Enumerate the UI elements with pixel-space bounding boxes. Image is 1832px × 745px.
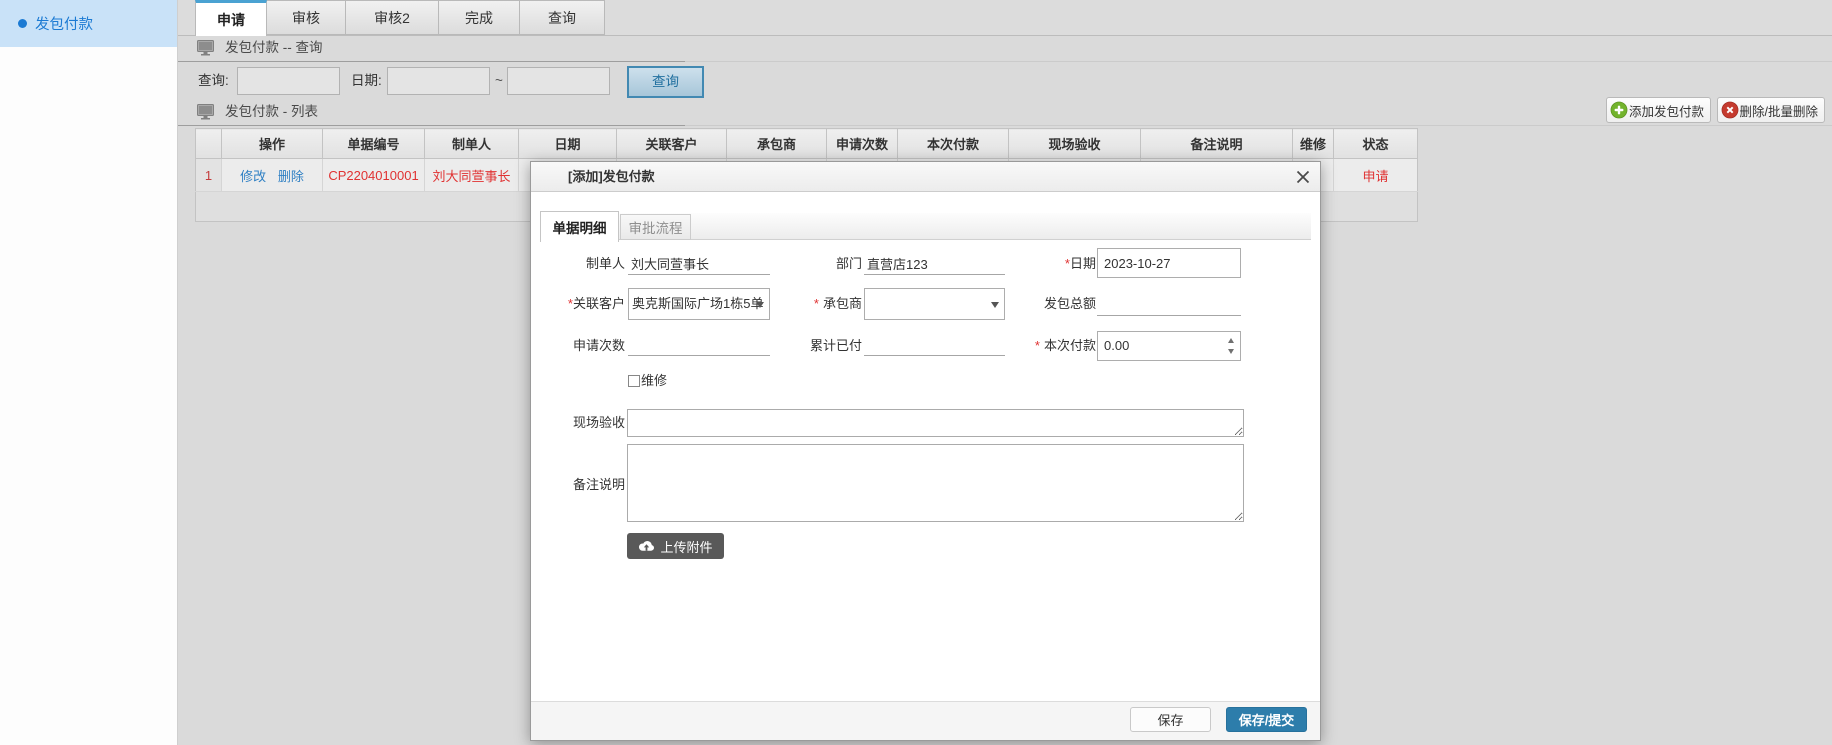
keyword-input[interactable] (237, 67, 340, 95)
save-submit-button[interactable]: 保存/提交 (1226, 707, 1307, 732)
query-submit-button[interactable]: 查询 (627, 66, 704, 98)
col-contractor: 承包商 (727, 129, 827, 159)
customer-select[interactable]: 奥克斯国际广场1栋5单 (628, 288, 770, 320)
row-status: 申请 (1334, 159, 1418, 192)
col-date: 日期 (519, 129, 617, 159)
save-button[interactable]: 保存 (1130, 707, 1211, 732)
payment-spinner[interactable]: 0.00 (1097, 331, 1241, 361)
row-actions: 修改 删除 (222, 159, 323, 192)
sidebar: 发包付款 (0, 0, 178, 745)
row-creator: 刘大同萱事长 (425, 159, 519, 192)
date-to-input[interactable] (507, 67, 610, 95)
col-repair: 维修 (1293, 129, 1334, 159)
acceptance-textarea[interactable] (627, 409, 1244, 437)
col-doc-no: 单据编号 (323, 129, 425, 159)
edit-link[interactable]: 修改 (240, 169, 266, 184)
close-icon[interactable] (1295, 169, 1311, 185)
monitor-icon (197, 104, 214, 123)
col-creator: 制单人 (425, 129, 519, 159)
remark-textarea[interactable] (627, 444, 1244, 522)
app-screen: 发包付款 申请 审核 审核2 完成 查询 发包付款 -- 查询 查询: (0, 0, 1832, 745)
dialog-tab-detail[interactable]: 单据明细 (540, 211, 619, 242)
col-actions: 操作 (222, 129, 323, 159)
tab-complete[interactable]: 完成 (439, 0, 520, 35)
query-section-title: 发包付款 -- 查询 (225, 36, 323, 60)
search-toolbar: 查询: 日期: ~ 查询 (178, 61, 1832, 100)
spin-down-icon[interactable] (1228, 349, 1234, 354)
dialog-tab-strip: 单据明细 审批流程 (540, 213, 1311, 240)
creator-input[interactable] (628, 253, 770, 275)
delete-batch-button[interactable]: 删除/批量删除 (1717, 97, 1825, 123)
contractor-select[interactable] (864, 288, 1005, 320)
col-remark: 备注说明 (1141, 129, 1293, 159)
tab-apply[interactable]: 申请 (195, 0, 267, 36)
row-index: 1 (196, 159, 222, 192)
dialog-footer: 保存 保存/提交 (531, 701, 1320, 740)
tab-review2[interactable]: 审核2 (346, 0, 439, 35)
delete-link[interactable]: 删除 (278, 169, 304, 184)
dialog-titlebar: [添加]发包付款 (531, 162, 1320, 192)
delete-circle-icon (1721, 101, 1739, 119)
date-from-input[interactable] (387, 67, 490, 95)
col-apply-times: 申请次数 (827, 129, 898, 159)
col-customer: 关联客户 (617, 129, 727, 159)
contractor-label: *承包商 (761, 294, 862, 314)
sidebar-item-label: 发包付款 (35, 13, 93, 34)
repair-checkbox[interactable] (628, 375, 640, 387)
bullet-dot-icon (18, 19, 27, 28)
query-section-header: 发包付款 -- 查询 (178, 36, 1832, 62)
department-input[interactable] (864, 253, 1005, 275)
paid-label: 累计已付 (761, 336, 862, 356)
add-circle-icon (1610, 101, 1628, 119)
col-index (196, 129, 222, 159)
total-input[interactable] (1097, 294, 1241, 316)
date-label: 日期: (351, 61, 382, 100)
department-label: 部门 (761, 254, 862, 274)
row-doc-no: CP2204010001 (323, 159, 425, 192)
upload-attachment-button[interactable]: 上传附件 (627, 533, 724, 559)
keyword-label: 查询: (198, 61, 229, 100)
tab-review[interactable]: 审核 (267, 0, 346, 35)
monitor-icon (197, 40, 214, 59)
dialog-tab-approval[interactable]: 审批流程 (620, 214, 691, 240)
creator-label: 制单人 (531, 254, 625, 274)
apply-times-label: 申请次数 (531, 336, 625, 356)
cloud-upload-icon (638, 540, 655, 553)
total-label: 发包总额 (991, 294, 1096, 314)
tab-query[interactable]: 查询 (520, 0, 605, 35)
paid-input[interactable] (864, 334, 1005, 356)
acceptance-label: 现场验收 (531, 413, 625, 433)
remark-label: 备注说明 (531, 475, 625, 495)
add-payment-dialog: [添加]发包付款 单据明细 审批流程 制单人 部门 *日期 *关联客户 奥克斯国… (530, 161, 1321, 741)
table-header-row: 操作 单据编号 制单人 日期 关联客户 承包商 申请次数 本次付款 现场验收 备… (196, 129, 1418, 159)
sidebar-item-outsource-payment[interactable]: 发包付款 (0, 0, 177, 47)
repair-label: 维修 (641, 371, 667, 391)
date-input[interactable] (1097, 248, 1241, 278)
col-payment: 本次付款 (898, 129, 1009, 159)
apply-times-input[interactable] (628, 334, 770, 356)
module-tabbar: 申请 审核 审核2 完成 查询 (178, 0, 1832, 36)
payment-label: *本次付款 (991, 336, 1096, 356)
list-section-title: 发包付款 - 列表 (225, 100, 318, 124)
dialog-title: [添加]发包付款 (568, 162, 655, 191)
col-status: 状态 (1334, 129, 1418, 159)
col-acceptance: 现场验收 (1009, 129, 1141, 159)
date-label: *日期 (991, 254, 1096, 274)
add-payment-button[interactable]: 添加发包付款 (1606, 97, 1711, 123)
customer-label: *关联客户 (531, 294, 625, 314)
list-section-header: 发包付款 - 列表 添加发包付款 删除/批量删除 (178, 100, 1832, 126)
date-range-separator: ~ (495, 61, 503, 100)
spin-up-icon[interactable] (1228, 338, 1234, 343)
